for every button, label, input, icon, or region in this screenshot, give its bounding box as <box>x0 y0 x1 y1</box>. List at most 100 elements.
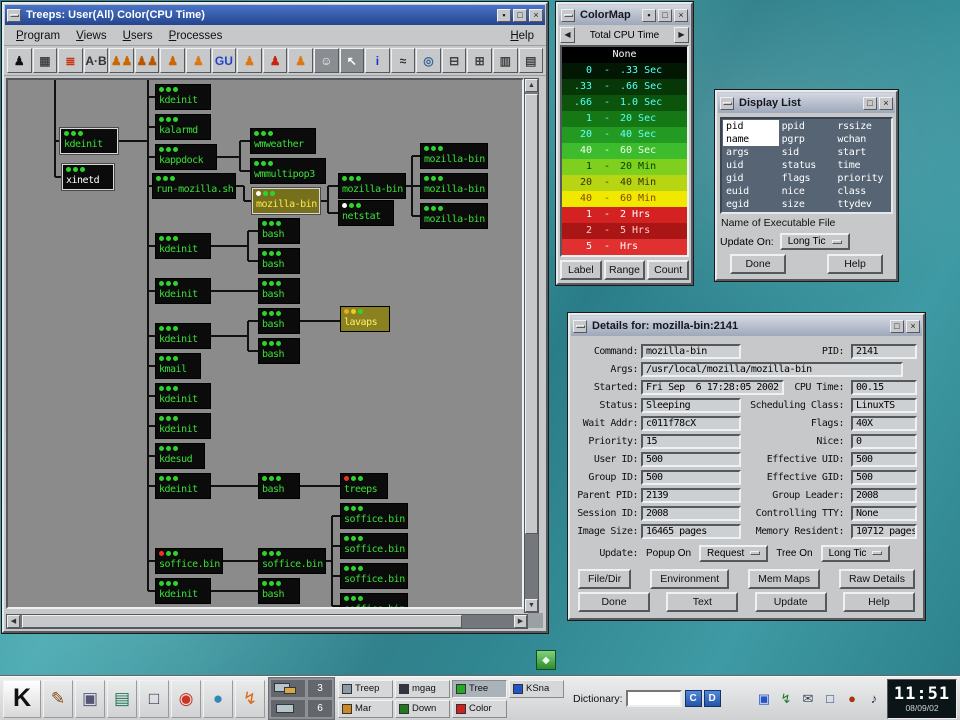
process-node-kalarmd[interactable]: kalarmd <box>155 114 211 140</box>
dictionary-input[interactable] <box>626 690 682 707</box>
field-ttydev[interactable]: ttydev <box>834 198 890 211</box>
process-node-bash[interactable]: bash <box>258 248 300 274</box>
stamp-icon[interactable]: ▣ <box>75 680 105 718</box>
menu-processes[interactable]: Processes <box>161 28 231 44</box>
maximize-icon[interactable]: □ <box>863 97 877 110</box>
field-flags[interactable]: flags <box>779 172 835 185</box>
scroll-right-icon[interactable]: ▶ <box>514 615 527 628</box>
network-tree-icon[interactable]: ⊞ <box>467 48 492 73</box>
colormap-button-label[interactable]: Label <box>560 260 602 280</box>
run-view-icon[interactable]: ♟ <box>7 48 32 73</box>
process-node-wmmultipop3[interactable]: wmmultipop3 <box>250 158 326 184</box>
field-euid[interactable]: euid <box>723 185 779 198</box>
process-node-bash[interactable]: bash <box>258 308 300 334</box>
colormap-row[interactable]: None <box>562 47 687 63</box>
process-node-soffice-bin[interactable]: soffice.bin <box>258 548 326 574</box>
horizontal-scroll-thumb[interactable] <box>22 615 462 628</box>
window-menu-icon[interactable] <box>7 9 21 22</box>
menu-views[interactable]: Views <box>68 28 114 44</box>
screen-icon[interactable]: □ <box>820 689 840 709</box>
button-help[interactable]: Help <box>843 592 915 612</box>
close-icon[interactable]: × <box>879 97 893 110</box>
process-node-soffice-bin[interactable]: soffice.bin <box>155 548 223 574</box>
colormap-row[interactable]: 20-40 Min <box>562 175 687 191</box>
volume-icon[interactable]: ♪ <box>864 689 884 709</box>
field-size[interactable]: size <box>779 198 835 211</box>
process-node-mozilla-bin[interactable]: mozilla-bin <box>420 203 488 229</box>
scroll-up-icon[interactable]: ▲ <box>525 79 538 92</box>
process-tree-canvas[interactable]: kdeinit kalarmd kdeinit xinetd kappdock wmwea… <box>6 78 524 609</box>
colormap-row[interactable]: 40-60 Sec <box>562 143 687 159</box>
klipper-icon[interactable]: ▣ <box>754 689 774 709</box>
field-ppid[interactable]: ppid <box>779 120 835 133</box>
power-icon[interactable]: ↯ <box>776 689 796 709</box>
process-node-wmweather[interactable]: wmweather <box>250 128 316 154</box>
signal-icon[interactable]: ≈ <box>391 48 416 73</box>
vertical-scrollbar[interactable]: ▲ ▼ <box>524 78 539 613</box>
pager-desktop-6[interactable]: 6 <box>307 699 333 718</box>
task-mar[interactable]: Mar <box>338 700 393 718</box>
details-titlebar[interactable]: Details for: mozilla-bin:2141 □ × <box>571 316 922 336</box>
menu-help[interactable]: Help <box>502 28 542 44</box>
field-args[interactable]: args <box>723 146 779 159</box>
process-node-bash[interactable]: bash <box>258 278 300 304</box>
desktop-shortcut-icon[interactable]: ◆ <box>536 650 556 670</box>
process-node-kdeinit[interactable]: kdeinit <box>155 383 211 409</box>
dictionary-button-c[interactable]: C <box>685 690 702 707</box>
process-node-kdeinit[interactable]: kdeinit <box>155 323 211 349</box>
field-priority[interactable]: priority <box>834 172 890 185</box>
colormap-row[interactable]: 1-20 Min <box>562 159 687 175</box>
process-node-run-mozilla-sh[interactable]: run-mozilla.sh <box>152 173 236 199</box>
keyboard-icon[interactable]: ▤ <box>519 48 544 73</box>
kmenu-button[interactable]: K <box>3 680 41 718</box>
colormap-button-range[interactable]: Range <box>604 260 646 280</box>
field-pgrp[interactable]: pgrp <box>779 133 835 146</box>
help-button[interactable]: Help <box>827 254 883 274</box>
process-node-treeps[interactable]: treeps <box>340 473 388 499</box>
process-node-kdeinit[interactable]: kdeinit <box>155 84 211 110</box>
desktop-pager[interactable]: 3 6 <box>268 677 335 720</box>
field-gid[interactable]: gid <box>723 172 779 185</box>
colormap-row[interactable]: .66-1.0 Sec <box>562 95 687 111</box>
field-rssize[interactable]: rssize <box>834 120 890 133</box>
clock-applet[interactable]: 11:51 08/09/02 <box>887 679 957 719</box>
process-node-soffice-bin[interactable]: soffice.bin <box>340 503 408 529</box>
task-color[interactable]: Color <box>452 700 507 718</box>
window-menu-icon[interactable] <box>561 9 575 22</box>
menu-users[interactable]: Users <box>115 28 161 44</box>
field-egid[interactable]: egid <box>723 198 779 211</box>
colormap-titlebar[interactable]: ColorMap ▪ □ × <box>559 5 690 25</box>
field-pid[interactable]: pid <box>723 120 779 133</box>
task-mgag[interactable]: mgag <box>395 680 450 698</box>
process-node-kdeinit[interactable]: kdeinit <box>155 233 211 259</box>
colormap-row[interactable]: .33-.66 Sec <box>562 79 687 95</box>
user-edit-icon[interactable]: ♟ <box>186 48 211 73</box>
process-node-netstat[interactable]: netstat <box>338 200 394 226</box>
colormap-row[interactable]: 40-60 Min <box>562 191 687 207</box>
window-menu-icon[interactable] <box>720 97 734 110</box>
label-display-icon[interactable]: A·B <box>84 48 109 73</box>
process-node-soffice-bin[interactable]: soffice.bin <box>340 533 408 559</box>
process-node-mozilla-bin[interactable]: mozilla-bin <box>338 173 406 199</box>
info-icon[interactable]: i <box>365 48 390 73</box>
field-sid[interactable]: sid <box>779 146 835 159</box>
button-environment[interactable]: Environment <box>650 569 729 589</box>
process-node-kdeinit[interactable]: kdeinit <box>155 413 211 439</box>
scroll-down-icon[interactable]: ▼ <box>525 599 538 612</box>
download-flash-icon[interactable]: ↯ <box>235 680 265 718</box>
next-colormap-icon[interactable]: ▶ <box>674 27 689 43</box>
maximize-icon[interactable]: □ <box>890 320 904 333</box>
task-ksna[interactable]: KSna <box>509 680 564 698</box>
prev-colormap-icon[interactable]: ◀ <box>560 27 575 43</box>
mail-notifier-icon[interactable]: ✉ <box>798 689 818 709</box>
process-node-xinetd[interactable]: xinetd <box>62 164 114 190</box>
field-status[interactable]: status <box>779 159 835 172</box>
window-menu-icon[interactable] <box>573 320 587 333</box>
tree-layout-icon[interactable]: ▦ <box>33 48 58 73</box>
field-start[interactable]: start <box>834 146 890 159</box>
vertical-scroll-trough[interactable] <box>525 92 538 599</box>
process-node-kappdock[interactable]: kappdock <box>155 144 217 170</box>
process-node-mozilla-bin[interactable]: mozilla-bin <box>252 188 320 214</box>
menu-program[interactable]: Program <box>8 28 68 44</box>
process-node-kdeinit[interactable]: kdeinit <box>155 278 211 304</box>
